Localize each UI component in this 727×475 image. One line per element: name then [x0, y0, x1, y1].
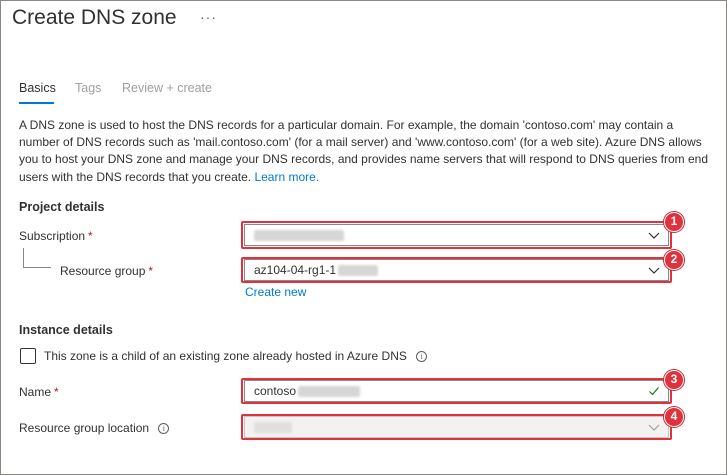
resource-group-label-text: Resource group [60, 264, 146, 278]
tree-connector-horizontal [23, 267, 51, 268]
tree-connector-vertical [23, 248, 24, 268]
project-details-heading: Project details [19, 200, 105, 214]
active-tab-indicator [19, 102, 54, 104]
create-new-link[interactable]: Create new [245, 285, 306, 299]
callout-highlight-2 [241, 257, 672, 283]
description-text: A DNS zone is used to host the DNS recor… [19, 118, 709, 184]
tab-review-create[interactable]: Review + create [122, 81, 212, 95]
child-zone-checkbox[interactable] [20, 348, 36, 364]
required-asterisk: * [88, 229, 93, 243]
location-label-text: Resource group location [19, 421, 150, 435]
callout-highlight-1 [241, 221, 672, 249]
subscription-label-text: Subscription [19, 229, 86, 243]
learn-more-link[interactable]: Learn more. [254, 170, 319, 184]
location-label: Resource group location i [19, 421, 170, 435]
required-asterisk: * [54, 385, 59, 399]
instance-details-heading: Instance details [19, 323, 113, 337]
child-zone-label: This zone is a child of an existing zone… [44, 349, 428, 363]
info-icon[interactable]: i [158, 423, 170, 435]
callout-badge-3: 3 [664, 370, 684, 390]
tab-tags[interactable]: Tags [75, 81, 101, 95]
callout-badge-2: 2 [664, 250, 684, 270]
child-zone-label-text: This zone is a child of an existing zone… [44, 349, 407, 363]
subscription-label: Subscription * [19, 229, 93, 243]
page-title: Create DNS zone [12, 6, 177, 29]
ellipsis-icon[interactable]: ··· [200, 9, 217, 25]
name-label-text: Name [19, 385, 52, 399]
required-asterisk: * [148, 264, 154, 278]
tab-basics[interactable]: Basics [19, 81, 56, 95]
callout-highlight-3 [241, 378, 672, 404]
info-icon[interactable]: i [416, 351, 428, 363]
description: A DNS zone is used to host the DNS recor… [19, 117, 709, 186]
name-label: Name * [19, 385, 59, 399]
resource-group-label: Resource group * [60, 264, 153, 278]
callout-highlight-4 [241, 414, 672, 440]
callout-badge-4: 4 [664, 407, 684, 427]
callout-badge-1: 1 [664, 212, 684, 232]
